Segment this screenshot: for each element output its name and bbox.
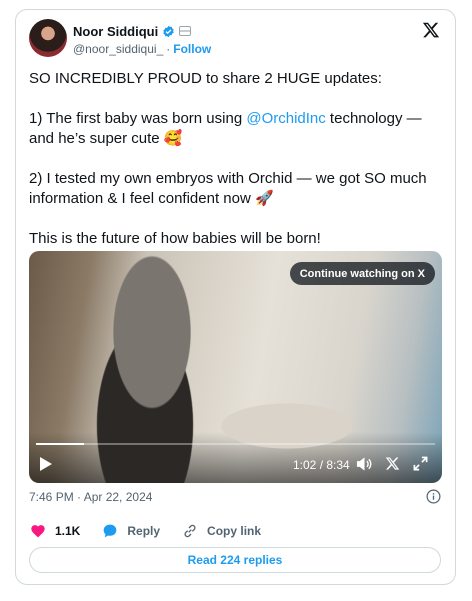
link-icon: [184, 524, 196, 538]
volume-icon[interactable]: [356, 456, 373, 472]
video-frame-baby: [219, 391, 389, 461]
like-action[interactable]: 1.1K: [30, 523, 80, 539]
copy-link-action[interactable]: Copy link: [182, 523, 261, 539]
author-name-row: Noor Siddiqui: [73, 23, 192, 39]
tweet-line-4: This is the future of how babies will be…: [29, 230, 321, 247]
author-handle[interactable]: @noor_siddiqui_: [73, 42, 163, 56]
avatar[interactable]: [29, 19, 67, 57]
x-logo-icon[interactable]: [422, 21, 440, 39]
video-time: 1:02 / 8:34: [293, 458, 350, 472]
reply-action[interactable]: Reply: [102, 523, 160, 539]
copy-link-label: Copy link: [207, 524, 262, 538]
reply-bubble-icon: [104, 524, 117, 538]
tweet-line-3: 2) I tested my own embryos with Orchid —…: [29, 170, 427, 207]
read-replies-button[interactable]: Read 224 replies: [29, 547, 441, 573]
action-bar: 1.1K Reply Copy link: [30, 522, 283, 540]
continue-watching-button[interactable]: Continue watching on X: [289, 262, 435, 285]
info-icon[interactable]: [426, 489, 441, 504]
tweet-line-1: SO INCREDIBLY PROUD to share 2 HUGE upda…: [29, 70, 382, 87]
heart-icon: [31, 525, 45, 538]
tweet-line-2: 1) The first baby was born using @Orchid…: [29, 109, 441, 149]
mention-link[interactable]: @OrchidInc: [246, 110, 325, 127]
tweet-line-2-pre: 1) The first baby was born using: [29, 110, 247, 127]
reply-label: Reply: [127, 524, 161, 538]
like-count: 1.1K: [55, 524, 81, 538]
video-progress-fill: [36, 443, 84, 445]
tweet-card: Noor Siddiqui @noor_siddiqui_ · Follow S…: [15, 9, 456, 585]
tweet-timestamp[interactable]: 7:46 PM · Apr 22, 2024: [29, 490, 152, 504]
fullscreen-icon[interactable]: [413, 456, 428, 471]
follow-button[interactable]: Follow: [173, 42, 211, 56]
separator-dot: ·: [166, 42, 171, 56]
video-frame-person: [89, 251, 229, 483]
author-name[interactable]: Noor Siddiqui: [73, 24, 158, 39]
handle-row: @noor_siddiqui_ · Follow: [73, 42, 211, 56]
video-player[interactable]: Continue watching on X 1:02 / 8:34: [29, 251, 442, 483]
verified-badge-icon: [163, 25, 174, 37]
tweet-text: SO INCREDIBLY PROUD to share 2 HUGE upda…: [29, 69, 441, 269]
x-logo-small-icon[interactable]: [385, 456, 400, 471]
affiliation-badge-icon[interactable]: [179, 26, 192, 36]
video-progress-bar[interactable]: [36, 443, 435, 445]
play-icon[interactable]: [39, 456, 53, 472]
